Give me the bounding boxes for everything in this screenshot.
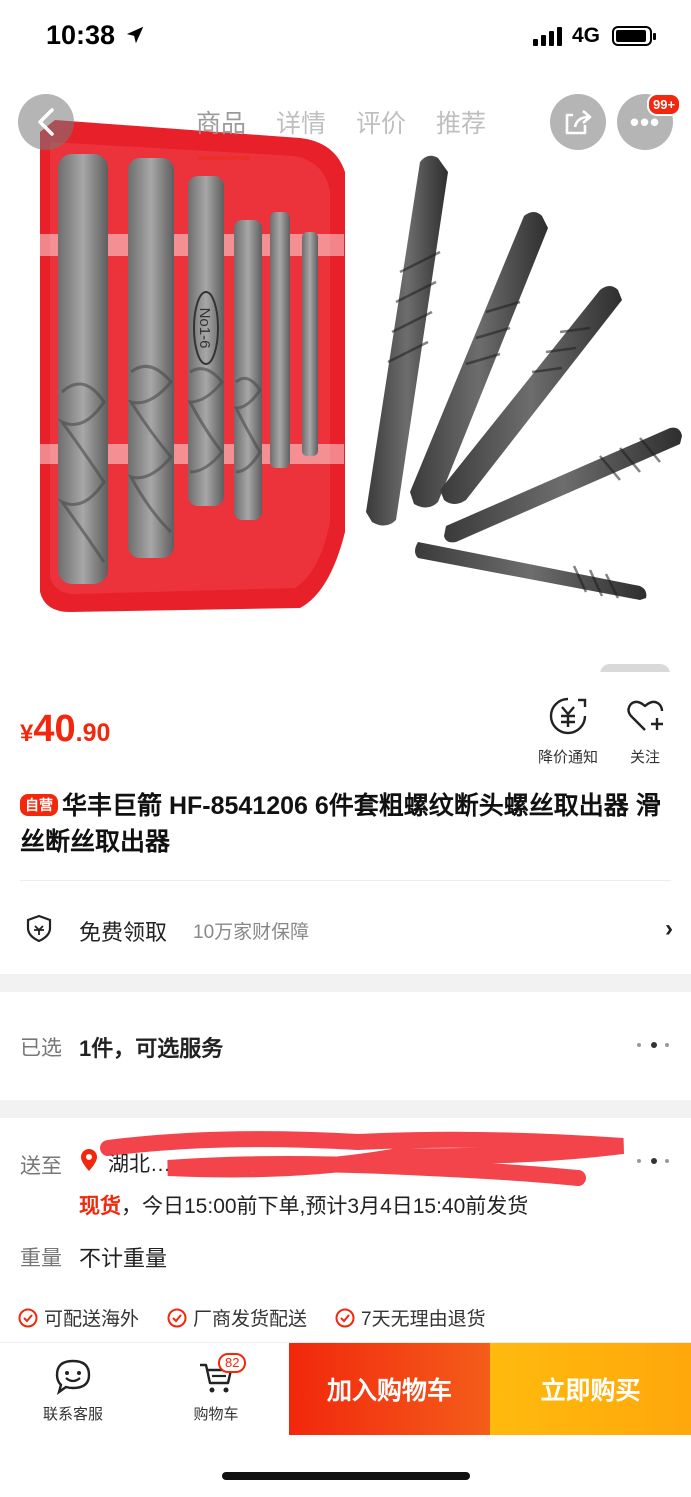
cart-button[interactable]: 82 购物车 — [184, 1353, 248, 1424]
product-title: 自营 华丰巨箭 HF-8541206 6件套粗螺纹断头螺丝取出器 滑丝断丝取出器 — [20, 788, 670, 860]
check-circle-icon — [335, 1308, 355, 1327]
cart-count-badge: 82 — [218, 1353, 247, 1373]
add-to-cart-button[interactable]: 加入购物车 — [289, 1343, 490, 1435]
shield-icon — [26, 914, 52, 942]
guarantee-sub: 10万家财保障 — [193, 922, 310, 943]
weight-label: 重量 — [20, 1247, 62, 1270]
redaction-scribble — [100, 1131, 625, 1186]
location-arrow-icon — [126, 26, 144, 44]
chat-smile-icon — [55, 1359, 91, 1395]
more-dots-icon — [637, 1042, 671, 1050]
service-tag: 7天无理由退货 — [335, 1304, 486, 1331]
active-tab-indicator — [198, 156, 250, 160]
price-section: ¥40.90 降价通知 关注 — [0, 678, 691, 778]
guarantee-label: 免费领取 — [79, 920, 168, 945]
check-circle-icon — [167, 1308, 187, 1327]
product-photo: No1-6 — [28, 120, 682, 672]
back-button[interactable] — [18, 94, 74, 150]
buy-now-button[interactable]: 立即购买 — [490, 1343, 691, 1435]
self-operated-tag: 自营 — [20, 794, 58, 816]
service-label: 7天无理由退货 — [361, 1309, 486, 1330]
price-drop-icon — [549, 697, 587, 735]
top-tabs: 商品 详情 评价 推荐 — [196, 104, 486, 140]
chevron-right-icon: › — [665, 915, 673, 942]
follow-label: 关注 — [629, 749, 660, 766]
guarantee-row[interactable]: 免费领取 10万家财保障 › — [0, 882, 691, 974]
price-decimal: .90 — [75, 719, 111, 747]
price: ¥40.90 — [20, 708, 110, 751]
price-integer: 40 — [33, 708, 76, 750]
message-badge: 99+ — [647, 93, 682, 116]
selected-label: 已选 — [20, 1037, 62, 1060]
battery-icon — [612, 26, 656, 46]
follow-button[interactable]: 关注 — [618, 696, 672, 767]
heart-plus-icon — [627, 700, 664, 731]
customer-service-label: 联系客服 — [42, 1406, 103, 1423]
tab-details[interactable]: 详情 — [276, 104, 326, 140]
location-pin-icon — [81, 1149, 97, 1171]
more-dots-icon — [637, 1158, 671, 1166]
customer-service-button[interactable]: 联系客服 — [38, 1357, 108, 1424]
service-tag: 可配送海外 — [18, 1304, 139, 1331]
section-gap — [0, 1100, 691, 1118]
selected-value: 1件，可选服务 — [79, 1036, 224, 1061]
cart-label: 购物车 — [193, 1406, 239, 1423]
chevron-left-icon — [38, 108, 54, 136]
price-notice-label: 降价通知 — [537, 749, 598, 766]
product-title-text: 华丰巨箭 HF-8541206 6件套粗螺纹断头螺丝取出器 滑丝断丝取出器 — [20, 792, 661, 856]
price-currency: ¥ — [20, 720, 34, 747]
check-circle-icon — [18, 1308, 38, 1327]
service-label: 可配送海外 — [44, 1309, 140, 1330]
share-button[interactable] — [550, 94, 606, 150]
delivery-label: 送至 — [20, 1155, 62, 1178]
status-bar: 10:38 4G — [0, 0, 691, 72]
divider — [20, 880, 671, 881]
network-type: 4G — [572, 24, 601, 47]
share-icon — [565, 110, 592, 135]
tab-reviews[interactable]: 评价 — [356, 104, 406, 140]
delivery-section[interactable]: 送至 湖北… 现货，今日15:00前下单,预计3月4日15:40前发货 重量 不… — [0, 1118, 691, 1344]
tab-product[interactable]: 商品 — [196, 104, 246, 140]
service-label: 厂商发货配送 — [193, 1309, 308, 1330]
stock-detail: ，今日15:00前下单,预计3月4日15:40前发货 — [121, 1195, 529, 1218]
tab-recommend[interactable]: 推荐 — [436, 104, 486, 140]
weight-value: 不计重量 — [79, 1246, 168, 1271]
status-time: 10:38 — [46, 20, 116, 50]
bottom-action-bar: 联系客服 82 购物车 加入购物车 立即购买 — [0, 1342, 691, 1435]
selected-options-row[interactable]: 已选 1件，可选服务 — [0, 992, 691, 1100]
home-indicator[interactable] — [222, 1472, 470, 1480]
box-label: No1-6 — [196, 308, 213, 349]
section-gap — [0, 974, 691, 992]
product-image[interactable]: No1-6 — [0, 72, 691, 672]
stock-status: 现货 — [79, 1195, 121, 1218]
service-tag: 厂商发货配送 — [167, 1304, 307, 1331]
price-notice-button[interactable]: 降价通知 — [532, 696, 604, 767]
service-tags: 可配送海外 厂商发货配送 7天无理由退货 — [18, 1304, 494, 1331]
stock-info: 现货，今日15:00前下单,预计3月4日15:40前发货 — [79, 1190, 528, 1220]
